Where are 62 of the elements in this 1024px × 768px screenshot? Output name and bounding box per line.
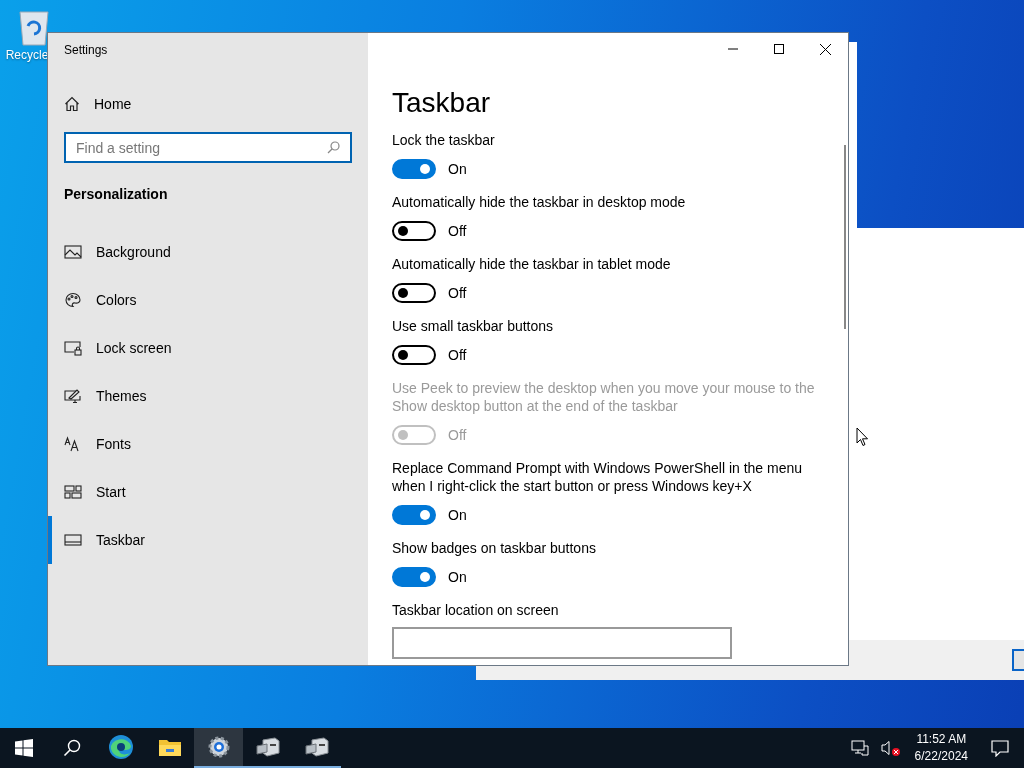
gear-icon (206, 735, 231, 759)
clock[interactable]: 11:52 AM 6/22/2024 (914, 731, 968, 765)
maximize-icon (774, 44, 784, 54)
toggle-switch[interactable] (392, 345, 436, 365)
dropdown[interactable] (392, 627, 732, 659)
toggle-switch[interactable] (392, 505, 436, 525)
windows-logo-icon (15, 739, 33, 757)
swirl-icon (107, 734, 134, 760)
toggle-switch[interactable] (392, 567, 436, 587)
close-icon (819, 43, 831, 55)
page-title: Taskbar (392, 87, 491, 119)
toggle-state: On (448, 161, 467, 177)
recycle-bin-icon[interactable] (16, 8, 52, 46)
mouse-cursor-icon (856, 427, 869, 447)
nav-item[interactable]: Taskbar (48, 516, 352, 564)
clock-time: 11:52 AM (916, 731, 967, 748)
monitor-brush-icon (64, 388, 82, 404)
setting-label: Lock the taskbar (392, 131, 495, 149)
nav-item[interactable]: Fonts (48, 420, 352, 468)
speech-bubble-icon (991, 739, 1009, 757)
setting-label: Show badges on taskbar buttons (392, 539, 596, 557)
tiles-icon (64, 484, 82, 500)
clock-date: 6/22/2024 (914, 748, 968, 765)
home-link[interactable]: Home (64, 96, 132, 112)
nav-item[interactable]: Themes (48, 372, 352, 420)
setting-label: Use small taskbar buttons (392, 317, 554, 335)
section-heading: Personalization (64, 186, 168, 202)
taskbar-icon (64, 532, 82, 548)
toggle-state: Off (448, 223, 467, 239)
setting-label: Use Peek to preview the desktop when you move your mouse to the Show desktop button at the end of the taskbar (392, 379, 816, 415)
picture-frame-icon (64, 244, 82, 260)
toggle-state: Off (448, 427, 467, 443)
nav-item[interactable]: Start (48, 468, 352, 516)
toggle-switch[interactable] (392, 283, 436, 303)
toggle-state: Off (448, 285, 467, 301)
nav-item[interactable]: Colors (48, 276, 352, 324)
toggle-switch[interactable] (392, 159, 436, 179)
network-icon[interactable] (850, 740, 869, 756)
home-icon (64, 96, 80, 112)
setting-label: Taskbar location on screen (392, 601, 559, 619)
toggle-state: On (448, 507, 467, 523)
palette-icon (64, 292, 82, 308)
computer-box-icon (254, 736, 281, 758)
taskbar-app-button[interactable] (194, 728, 243, 768)
letters-icon (64, 436, 82, 452)
computer-box-icon (303, 736, 330, 758)
search-icon (63, 739, 81, 757)
muted-speaker-icon[interactable] (880, 740, 901, 756)
toggle-switch[interactable] (392, 221, 436, 241)
nav-item[interactable]: Lock screen (48, 324, 352, 372)
scrollbar[interactable] (844, 145, 846, 329)
setting-label: Replace Command Prompt with Windows PowerShell in the menu when I right-click the start button or press Windows key+X (392, 459, 804, 495)
window-title: Settings (64, 43, 108, 57)
nav-item[interactable]: Background (48, 228, 352, 276)
toggle-state: On (448, 569, 467, 585)
folder-icon (157, 737, 182, 757)
setting-label: Automatically hide the taskbar in tablet mode (392, 255, 671, 273)
search-icon (327, 141, 340, 154)
search-field[interactable]: Find a setting (64, 132, 352, 163)
toggle-state: Off (448, 347, 467, 363)
setting-label: Automatically hide the taskbar in desktop mode (392, 193, 686, 211)
monitor-lock-icon (64, 340, 82, 356)
